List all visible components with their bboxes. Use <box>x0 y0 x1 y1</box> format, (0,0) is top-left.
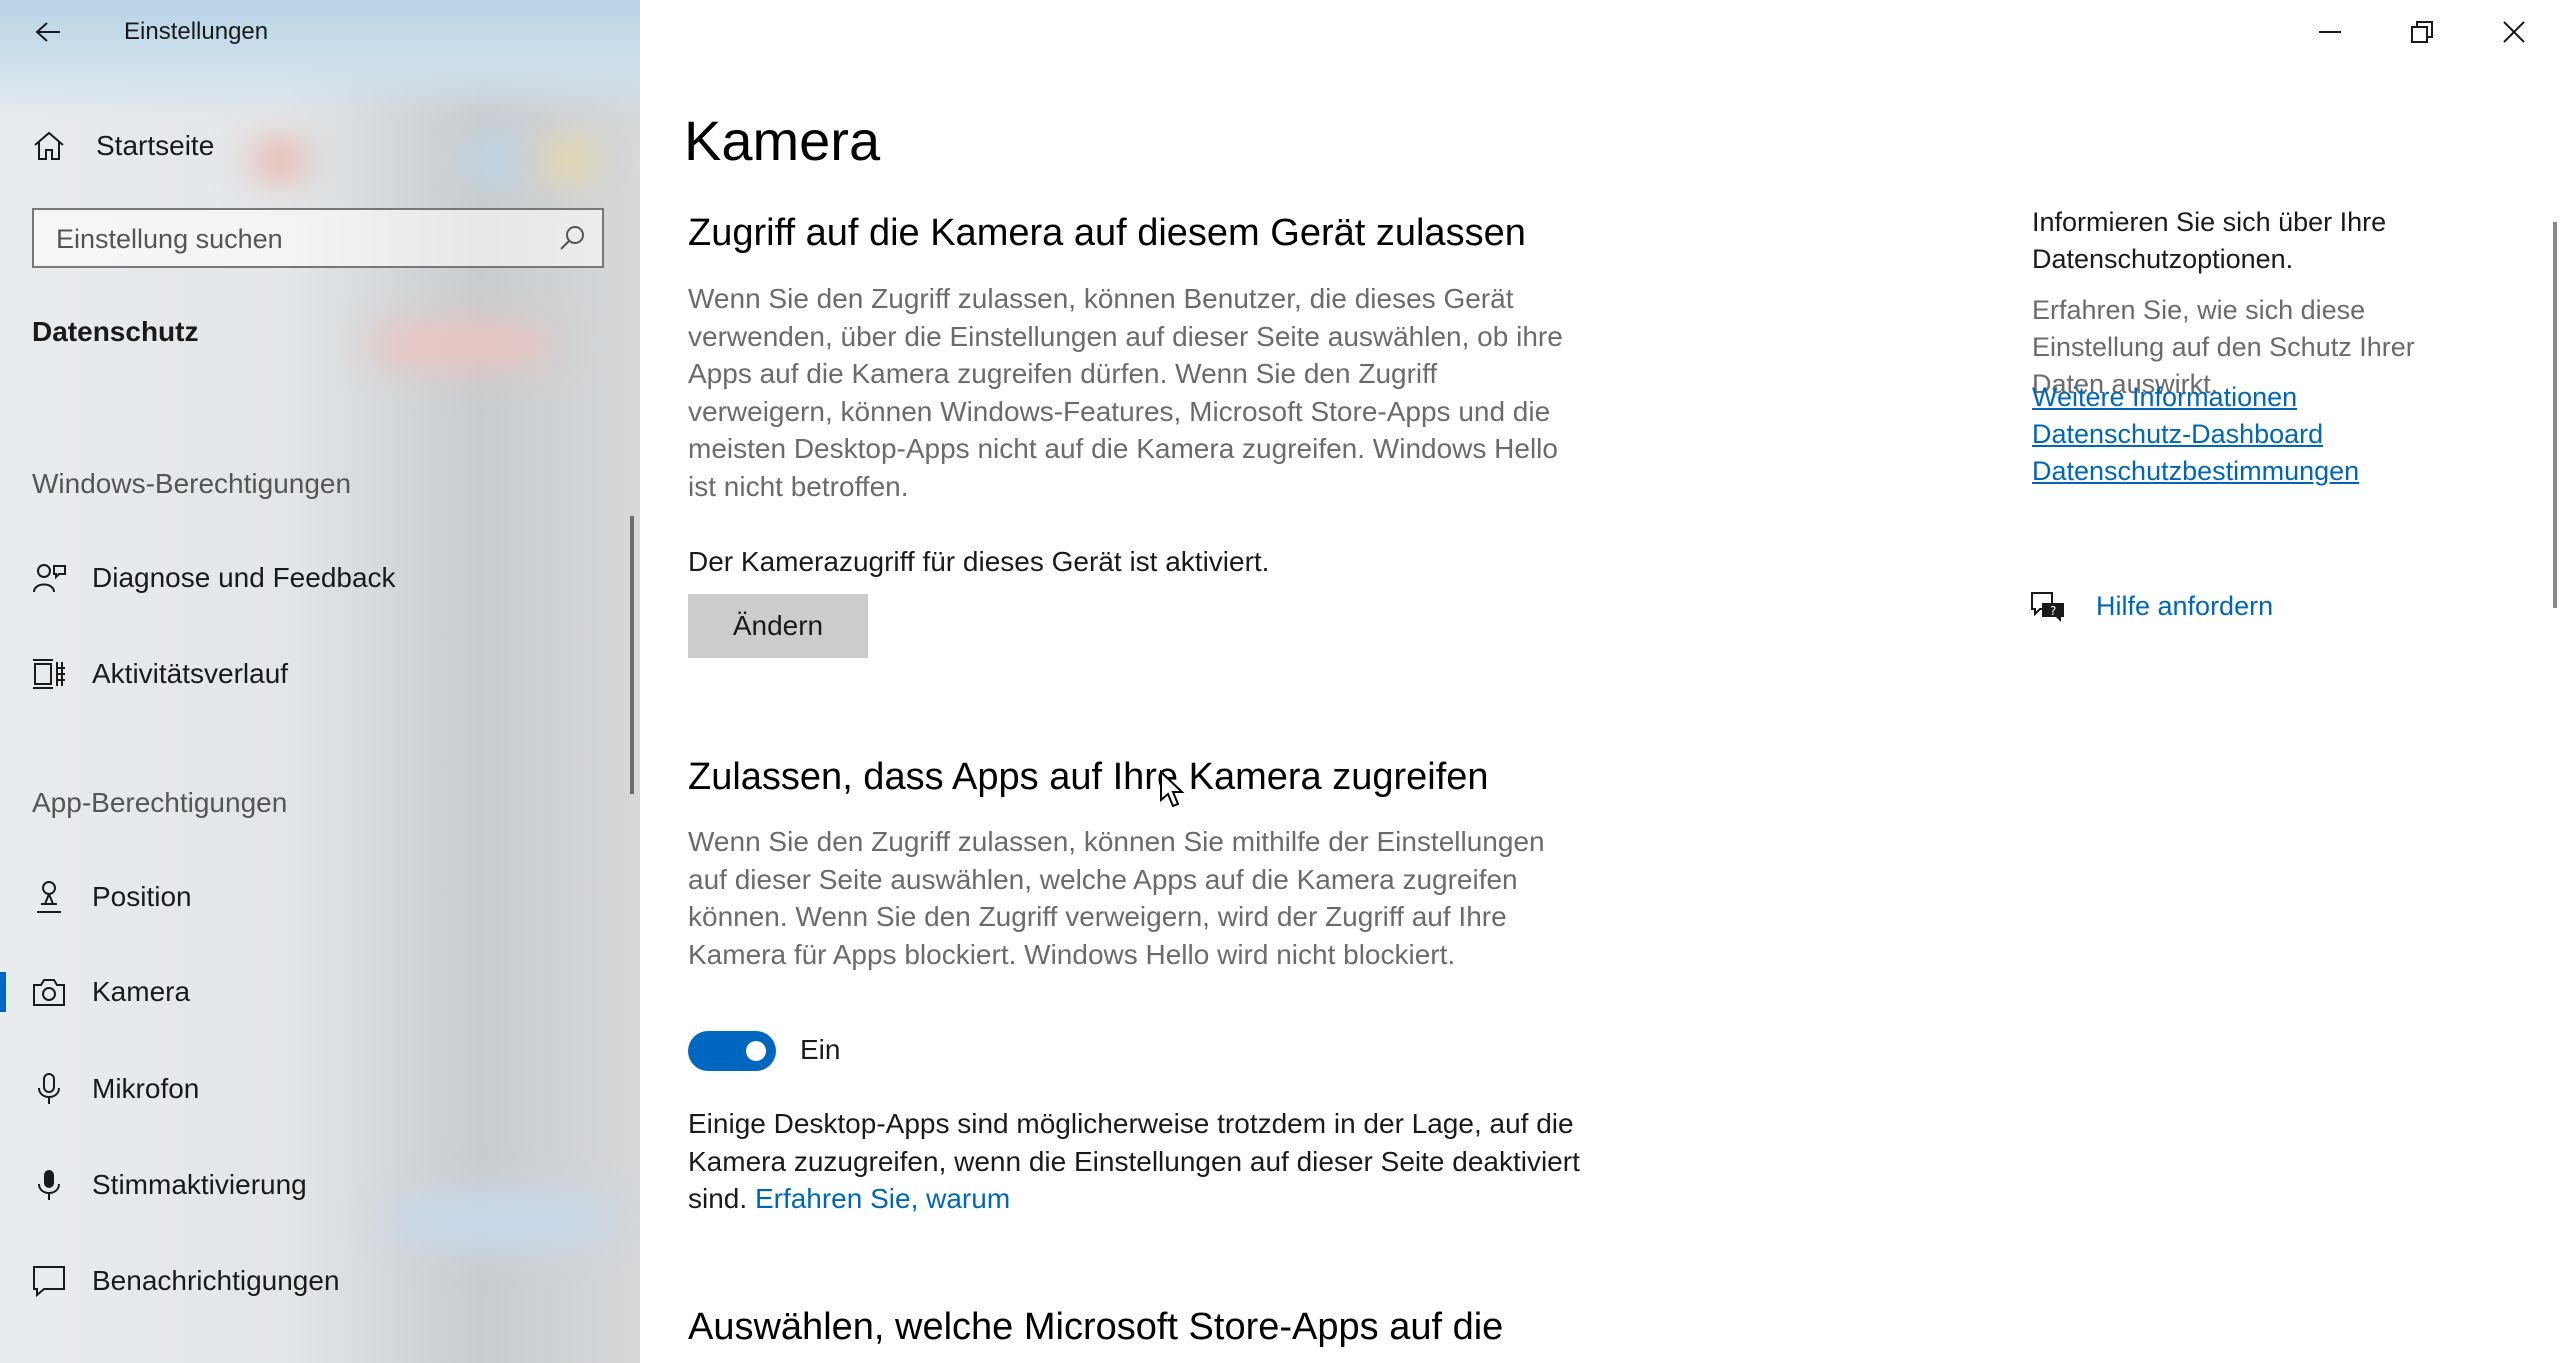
acrylic-background <box>540 140 600 180</box>
nav-item-stimmaktivierung[interactable]: Stimmaktivierung <box>0 1157 620 1213</box>
acrylic-background <box>360 320 560 370</box>
nav-item-kamera[interactable]: Kamera <box>0 964 620 1020</box>
content-scrollbar[interactable] <box>2553 222 2557 608</box>
back-arrow-icon <box>35 22 60 42</box>
toggle-knob <box>746 1041 766 1061</box>
help-chat-icon: ? <box>2031 592 2064 622</box>
location-icon <box>30 878 68 916</box>
notifications-icon <box>30 1262 68 1300</box>
group-title-app-permissions: App-Berechtigungen <box>32 787 288 818</box>
nav-item-label: Mikrofon <box>92 1073 200 1104</box>
app-camera-access-toggle[interactable] <box>688 1031 776 1071</box>
app-title: Einstellungen <box>124 18 269 45</box>
nav-item-label: Diagnose und Feedback <box>92 562 396 593</box>
privacy-options-heading: Informieren Sie sich über Ihre Datenschu… <box>2032 207 2387 274</box>
content-pane: Kamera Zugriff auf die Kamera auf diesem… <box>640 0 2560 1363</box>
section-description-device-access: Wenn Sie den Zugriff zulassen, können Be… <box>688 283 1563 502</box>
nav-item-diagnose-feedback[interactable]: Diagnose und Feedback <box>0 550 620 606</box>
link-privacy-statement[interactable]: Datenschutzbestimmungen <box>2032 456 2359 487</box>
back-button[interactable] <box>28 14 68 50</box>
acrylic-background <box>250 140 310 180</box>
nav-home[interactable]: Startseite <box>32 124 214 168</box>
activity-history-icon <box>30 655 68 693</box>
mouse-cursor-icon <box>1160 770 1185 808</box>
desktop-apps-note: Einige Desktop-Apps sind möglicherweise … <box>688 1105 1588 1218</box>
navigation-pane: Einstellungen Startseite Datenschutz Win… <box>0 0 640 1363</box>
get-help-label: Hilfe anfordern <box>2096 590 2274 621</box>
nav-item-benachrichtigungen[interactable]: Benachrichtigungen <box>0 1253 620 1309</box>
voice-activation-icon <box>30 1166 68 1204</box>
nav-home-label: Startseite <box>96 130 215 161</box>
learn-why-link[interactable]: Erfahren Sie, warum <box>755 1183 1010 1214</box>
link-more-information[interactable]: Weitere Informationen <box>2032 382 2297 413</box>
section-heading-device-access: Zugriff auf die Kamera auf diesem Gerät … <box>688 212 1526 254</box>
camera-icon <box>30 973 68 1011</box>
nav-item-label: Position <box>92 881 192 912</box>
settings-search[interactable] <box>32 208 604 268</box>
nav-item-label: Aktivitätsverlauf <box>92 658 289 689</box>
microphone-icon <box>30 1070 68 1108</box>
page-title: Kamera <box>684 109 881 172</box>
section-heading-store-apps: Auswählen, welche Microsoft Store-Apps a… <box>688 1306 1504 1348</box>
diagnostics-feedback-icon <box>30 559 68 597</box>
group-title-windows-permissions: Windows-Berechtigungen <box>32 468 352 499</box>
sidebar-scrollbar[interactable] <box>630 516 634 794</box>
nav-item-mikrofon[interactable]: Mikrofon <box>0 1061 620 1117</box>
search-icon[interactable] <box>558 224 586 252</box>
section-description-app-access: Wenn Sie den Zugriff zulassen, können Si… <box>688 826 1545 970</box>
link-privacy-dashboard[interactable]: Datenschutz-Dashboard <box>2032 419 2323 450</box>
section-title: Datenschutz <box>32 316 199 347</box>
nav-item-aktivitaetsverlauf[interactable]: Aktivitätsverlauf <box>0 646 620 702</box>
get-help-link[interactable]: ? Hilfe anfordern <box>2030 586 2273 626</box>
nav-item-position[interactable]: Position <box>0 869 620 925</box>
acrylic-background <box>0 0 640 120</box>
nav-item-label: Benachrichtigungen <box>92 1265 340 1296</box>
camera-access-status: Der Kamerazugriff für dieses Gerät ist a… <box>688 546 1270 577</box>
nav-item-label: Kamera <box>92 976 191 1007</box>
nav-item-label: Stimmaktivierung <box>92 1169 307 1200</box>
search-input[interactable] <box>54 210 538 268</box>
acrylic-background <box>460 140 530 180</box>
toggle-state-label: Ein <box>800 1034 841 1065</box>
svg-text:?: ? <box>2050 604 2056 618</box>
change-button[interactable]: Ändern <box>688 594 868 658</box>
section-heading-app-access: Zulassen, dass Apps auf Ihre Kamera zugr… <box>688 756 1489 798</box>
home-icon <box>34 131 64 160</box>
